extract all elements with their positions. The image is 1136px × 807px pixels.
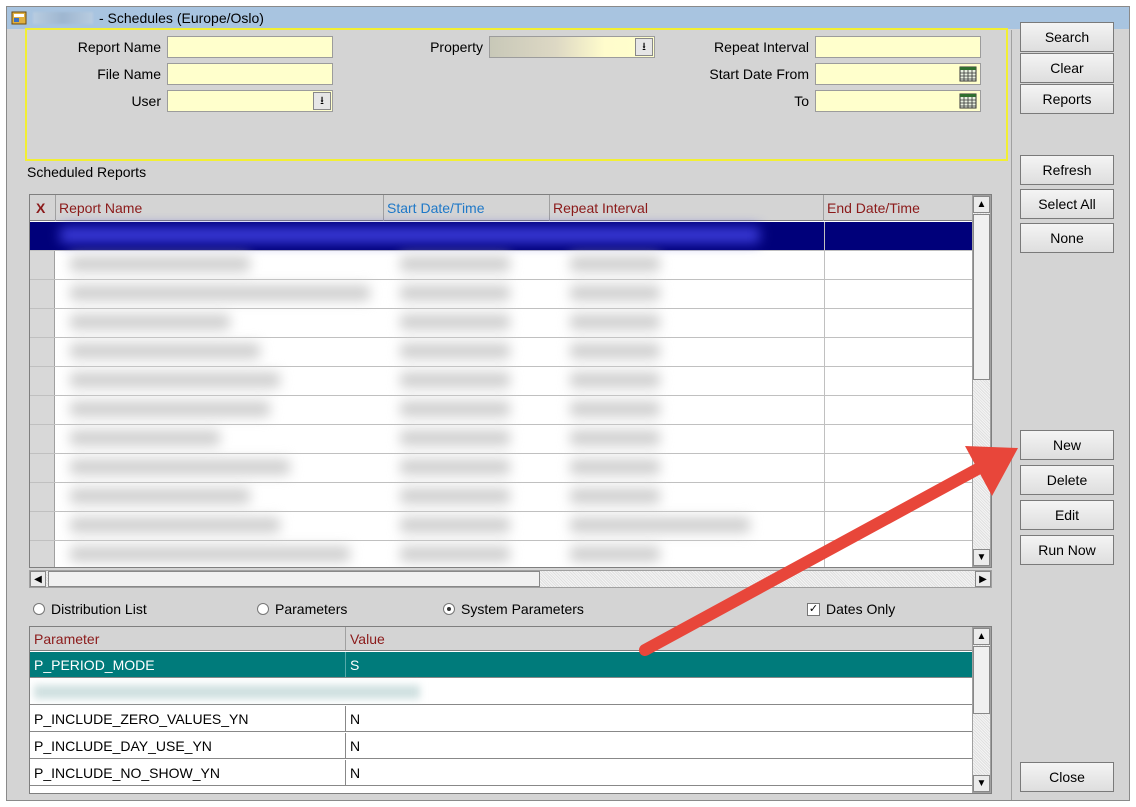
scroll-up-icon[interactable]: ▲ [973, 628, 990, 645]
distribution-list-option[interactable]: Distribution List [33, 601, 147, 617]
to-date-input[interactable] [815, 90, 981, 112]
scheduled-reports-label: Scheduled Reports [27, 164, 147, 180]
property-label: Property [430, 39, 483, 55]
search-button[interactable]: Search [1020, 22, 1114, 52]
calendar-icon[interactable] [958, 92, 978, 110]
table-row[interactable] [30, 367, 991, 396]
start-date-from-label: Start Date From [709, 66, 809, 82]
table-row[interactable] [30, 222, 991, 251]
checkbox-checked-icon[interactable]: ✓ [807, 602, 820, 616]
edit-button[interactable]: Edit [1020, 500, 1114, 530]
title-bar: - Schedules (Europe/Oslo) [7, 7, 1129, 29]
parameter-row[interactable]: P_INCLUDE_DAY_USE_YN N [30, 733, 991, 759]
property-select[interactable]: ⭳ [489, 36, 655, 58]
table-row[interactable] [30, 309, 991, 338]
scroll-down-icon[interactable]: ▼ [973, 549, 990, 566]
scroll-right-icon[interactable]: ▶ [975, 571, 991, 587]
value-column-header[interactable]: Value [346, 627, 385, 650]
parameter-row[interactable]: P_INCLUDE_ZERO_VALUES_YN N [30, 706, 991, 732]
window-title: - Schedules (Europe/Oslo) [99, 10, 264, 26]
start-date-from-input[interactable] [815, 63, 981, 85]
end-datetime-column-header[interactable]: End Date/Time [824, 195, 991, 221]
redacted-content [34, 685, 420, 699]
parameter-row[interactable]: P_PERIOD_MODE S [30, 652, 991, 678]
table-row[interactable] [30, 338, 991, 367]
user-select[interactable]: ⭳ [167, 90, 333, 112]
radio-selected-icon[interactable] [443, 603, 455, 615]
table-row[interactable] [30, 251, 991, 280]
grid-vertical-scrollbar[interactable]: ▲ ▼ [972, 195, 991, 567]
run-now-button[interactable]: Run Now [1020, 535, 1114, 565]
new-button[interactable]: New [1020, 430, 1114, 460]
delete-button[interactable]: Delete [1020, 465, 1114, 495]
app-name-redacted [33, 12, 93, 24]
clear-button[interactable]: Clear [1020, 53, 1114, 83]
calendar-icon[interactable] [958, 65, 978, 83]
parameters-grid-header: Parameter Value [30, 627, 991, 651]
table-row[interactable] [30, 454, 991, 483]
grid-horizontal-scrollbar[interactable]: ◀ ▶ [29, 570, 992, 588]
redacted-content [60, 227, 760, 243]
repeat-interval-label: Repeat Interval [714, 39, 809, 55]
action-button-panel: Search Clear Reports Refresh Select All … [1020, 22, 1130, 802]
search-criteria-panel: Report Name File Name User ⭳ Property ⭳ … [25, 28, 1008, 161]
scrollbar-thumb[interactable] [48, 571, 540, 587]
table-row[interactable] [30, 483, 991, 512]
chevron-down-icon[interactable]: ⭳ [635, 38, 653, 56]
reports-button[interactable]: Reports [1020, 84, 1114, 114]
refresh-button[interactable]: Refresh [1020, 155, 1114, 185]
dates-only-checkbox[interactable]: ✓ Dates Only [807, 601, 895, 617]
app-icon [11, 11, 27, 25]
table-row[interactable] [30, 512, 991, 541]
user-label: User [131, 93, 161, 109]
schedules-window: - Schedules (Europe/Oslo) Report Name Fi… [6, 6, 1130, 801]
scrollbar-thumb[interactable] [973, 214, 990, 380]
parameters-option[interactable]: Parameters [257, 601, 347, 617]
none-button[interactable]: None [1020, 223, 1114, 253]
table-row[interactable] [30, 396, 991, 425]
parameter-row[interactable] [30, 679, 991, 705]
report-name-label: Report Name [77, 39, 161, 55]
table-row[interactable] [30, 280, 991, 309]
table-row[interactable] [30, 425, 991, 454]
parameter-column-header[interactable]: Parameter [30, 627, 346, 650]
scroll-up-icon[interactable]: ▲ [973, 196, 990, 213]
table-row[interactable] [30, 541, 991, 567]
parameters-grid: Parameter Value P_PERIOD_MODE S P_INCLUD… [29, 626, 992, 794]
close-button[interactable]: Close [1020, 762, 1114, 792]
repeat-interval-column-header[interactable]: Repeat Interval [550, 195, 824, 221]
report-name-input[interactable] [167, 36, 333, 58]
grid-header: X Report Name Start Date/Time Repeat Int… [30, 195, 991, 221]
select-column-header[interactable]: X [30, 195, 56, 221]
system-parameters-option[interactable]: System Parameters [443, 601, 584, 617]
select-all-button[interactable]: Select All [1020, 189, 1114, 219]
chevron-down-icon[interactable]: ⭳ [313, 92, 331, 110]
scheduled-reports-grid: X Report Name Start Date/Time Repeat Int… [29, 194, 992, 568]
file-name-input[interactable] [167, 63, 333, 85]
radio-icon[interactable] [33, 603, 45, 615]
parameter-row[interactable]: P_INCLUDE_NO_SHOW_YN N [30, 760, 991, 786]
scroll-left-icon[interactable]: ◀ [30, 571, 46, 587]
report-name-column-header[interactable]: Report Name [56, 195, 384, 221]
radio-icon[interactable] [257, 603, 269, 615]
to-date-label: To [794, 93, 809, 109]
panel-divider [1011, 30, 1012, 800]
params-vertical-scrollbar[interactable]: ▲ ▼ [972, 627, 991, 793]
scrollbar-thumb[interactable] [973, 646, 990, 714]
start-datetime-column-header[interactable]: Start Date/Time [384, 195, 550, 221]
scroll-down-icon[interactable]: ▼ [973, 775, 990, 792]
repeat-interval-input[interactable] [815, 36, 981, 58]
file-name-label: File Name [97, 66, 161, 82]
